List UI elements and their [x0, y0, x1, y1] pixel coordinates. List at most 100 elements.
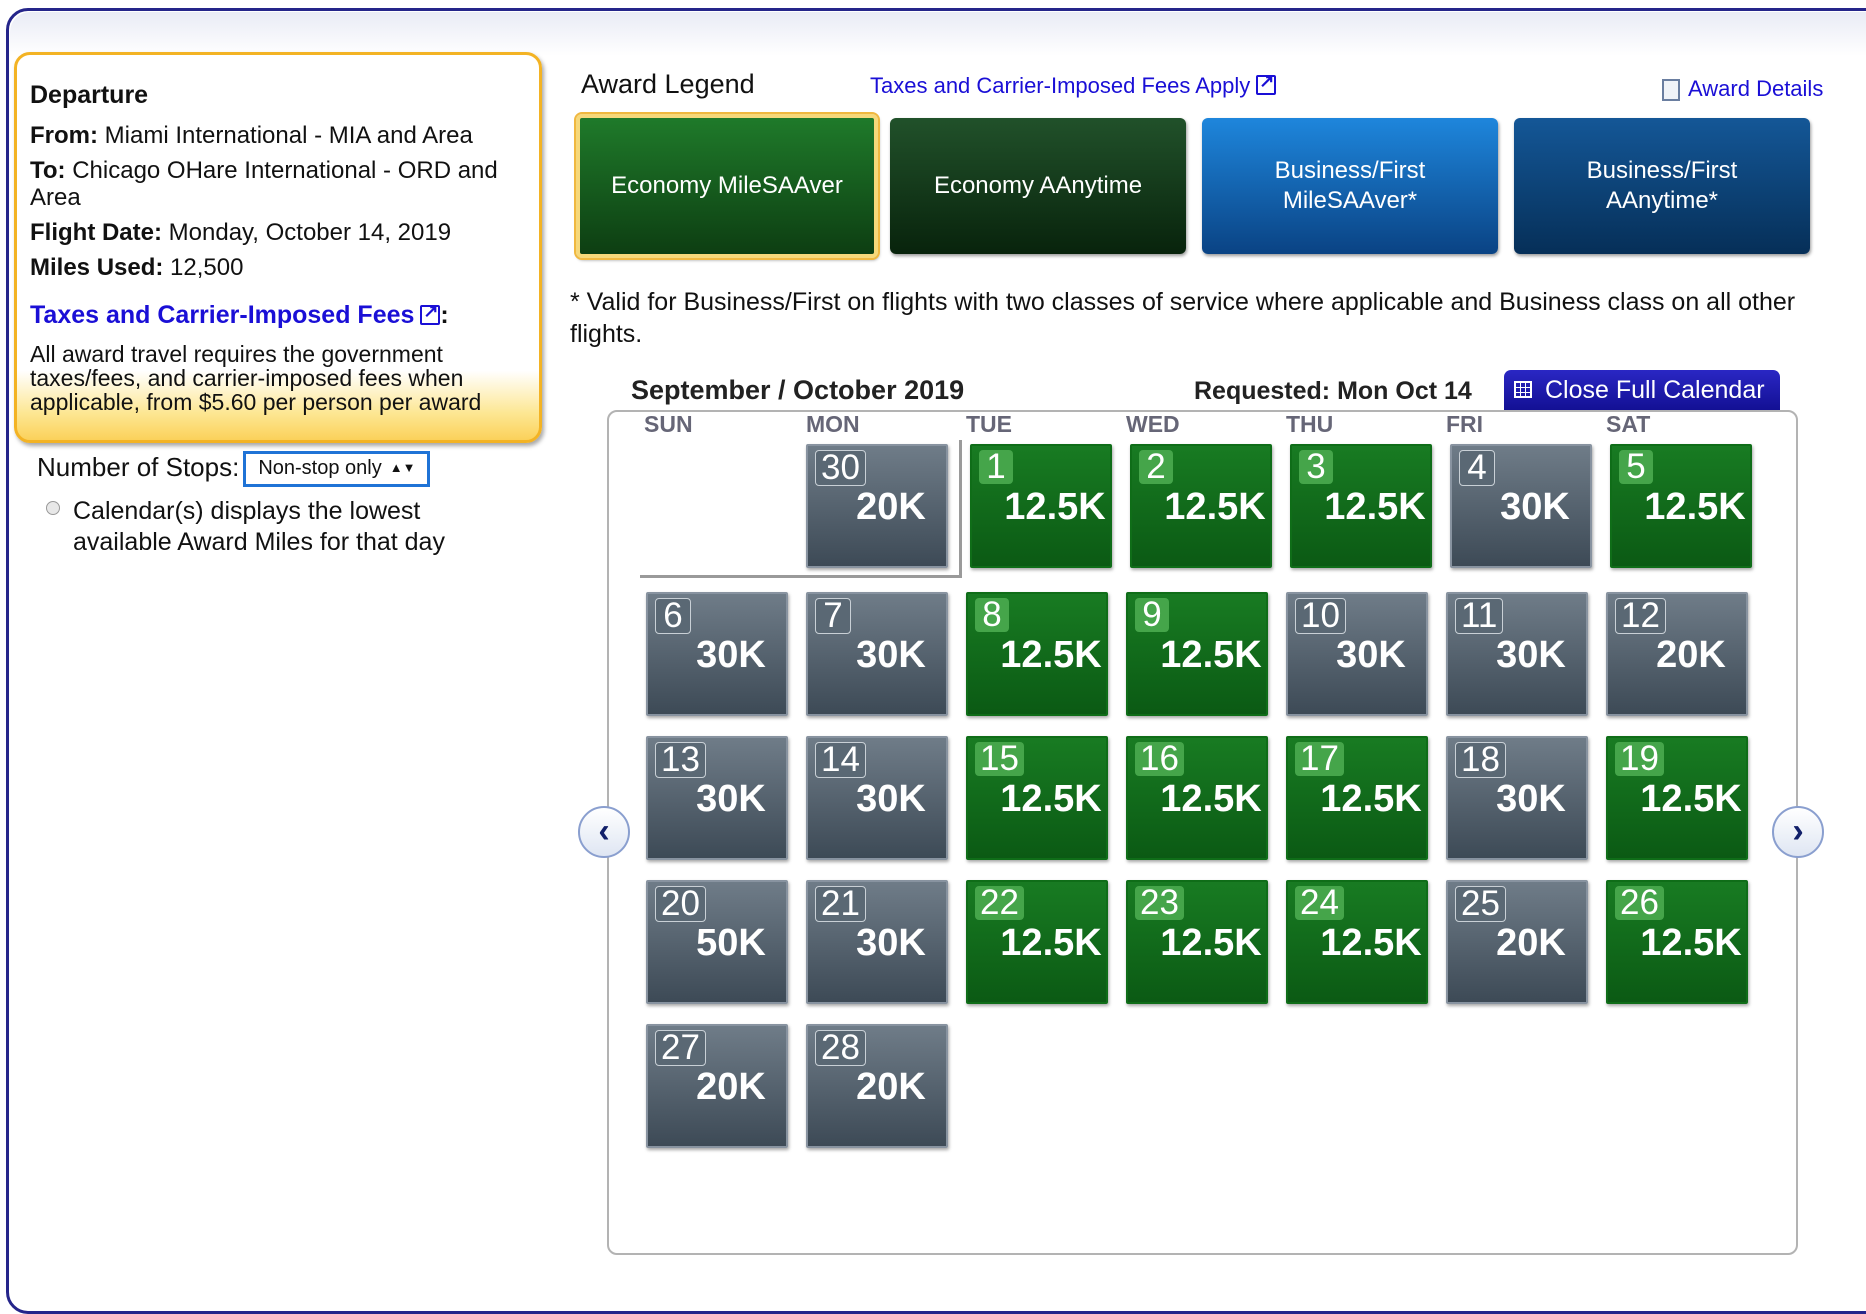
day-number: 10 — [1295, 598, 1346, 634]
calendar-day-cell[interactable]: 2 12.5K — [1130, 444, 1272, 568]
taxes-fees-note: All award travel requires the government… — [30, 341, 482, 415]
dow-mon: MON — [806, 411, 860, 437]
dow-tue: TUE — [966, 411, 1012, 437]
taxes-fees-link[interactable]: Taxes and Carrier-Imposed Fees — [30, 301, 414, 329]
to-value: Chicago OHare International - ORD and Ar… — [30, 157, 498, 211]
calendar-day-cell[interactable]: 5 12.5K — [1610, 444, 1752, 568]
calendar-day-cell[interactable]: 24 12.5K — [1286, 880, 1428, 1004]
calendar-day-cell[interactable]: 16 12.5K — [1126, 736, 1268, 860]
day-number: 3 — [1299, 449, 1333, 484]
calendar-day-cell[interactable]: 19 12.5K — [1606, 736, 1748, 860]
calendar-day-cell[interactable]: 9 12.5K — [1126, 592, 1268, 716]
calendar-day-cell[interactable]: 27 20K — [646, 1024, 788, 1148]
calendar-day-cell[interactable]: 8 12.5K — [966, 592, 1108, 716]
calendar-day-cell[interactable]: 23 12.5K — [1126, 880, 1268, 1004]
calendar-grid-icon — [1514, 381, 1532, 398]
chevron-left-icon[interactable]: ‹ — [578, 806, 630, 858]
calendar-day-cell[interactable]: 25 20K — [1446, 880, 1588, 1004]
day-miles: 20K — [1656, 634, 1726, 676]
day-miles: 20K — [856, 1066, 926, 1108]
calendar-day-cell[interactable]: 28 20K — [806, 1024, 948, 1148]
calendar-day-cell[interactable]: 4 30K — [1450, 444, 1592, 568]
stops-row: Number of Stops: Non-stop only ▲▼ — [37, 451, 431, 487]
from-label: From: — [30, 122, 98, 149]
day-miles: 30K — [1500, 486, 1570, 528]
calendar-day-cell[interactable]: 11 30K — [1446, 592, 1588, 716]
day-number: 12 — [1615, 598, 1666, 634]
day-miles: 30K — [1336, 634, 1406, 676]
day-number: 2 — [1139, 449, 1173, 484]
day-number: 11 — [1455, 598, 1504, 634]
chevron-right-icon[interactable]: › — [1772, 806, 1824, 858]
calendar-day-cell[interactable]: 13 30K — [646, 736, 788, 860]
calendar-day-cell[interactable]: 18 30K — [1446, 736, 1588, 860]
calendar-day-cell[interactable]: 15 12.5K — [966, 736, 1108, 860]
calendar-day-cell[interactable]: 7 30K — [806, 592, 948, 716]
external-link-icon[interactable] — [420, 301, 441, 325]
flight-date-value: Monday, October 14, 2019 — [168, 219, 452, 246]
document-icon[interactable] — [1662, 79, 1680, 101]
award-details-link-row: Award Details — [1662, 76, 1823, 102]
dow-wed: WED — [1126, 411, 1180, 437]
calendar-day-cell[interactable]: 26 12.5K — [1606, 880, 1748, 1004]
day-number: 4 — [1459, 450, 1495, 486]
day-miles: 12.5K — [1160, 778, 1262, 820]
day-miles: 12.5K — [1160, 922, 1262, 964]
calendar-day-cell[interactable]: 10 30K — [1286, 592, 1428, 716]
legend-footnote: * Valid for Business/First on flights wi… — [570, 288, 1796, 348]
day-number: 20 — [655, 886, 706, 922]
calendar-day-cell[interactable]: 14 30K — [806, 736, 948, 860]
calendar-month-title: September / October 2019 — [631, 375, 965, 405]
calendar-day-cell[interactable]: 6 30K — [646, 592, 788, 716]
legend-business-milesaaver[interactable]: Business/First MileSAAver* — [1202, 118, 1498, 254]
close-full-calendar-button[interactable]: Close Full Calendar — [1504, 370, 1780, 410]
day-number: 15 — [975, 741, 1024, 776]
dow-fri: FRI — [1446, 411, 1484, 437]
day-number: 17 — [1295, 741, 1344, 776]
day-miles: 50K — [696, 922, 766, 964]
day-miles: 30K — [856, 634, 926, 676]
day-number: 22 — [975, 885, 1024, 920]
day-miles: 12.5K — [1640, 922, 1742, 964]
legend-business-aanytime[interactable]: Business/First AAnytime* — [1514, 118, 1810, 254]
stops-select[interactable]: Non-stop only ▲▼ — [243, 451, 431, 487]
calendar-day-cell[interactable]: 17 12.5K — [1286, 736, 1428, 860]
award-details-link[interactable]: Award Details — [1688, 76, 1823, 101]
calendar-day-cell[interactable]: 1 12.5K — [970, 444, 1112, 568]
calendar-day-cell[interactable]: 22 12.5K — [966, 880, 1108, 1004]
calendar-day-cell[interactable]: 20 50K — [646, 880, 788, 1004]
day-miles: 20K — [856, 486, 926, 528]
flight-date-label: Flight Date: — [30, 219, 162, 246]
taxes-apply-link-row: Taxes and Carrier-Imposed Fees Apply — [870, 71, 1277, 99]
day-miles: 20K — [1496, 922, 1566, 964]
close-full-calendar-label: Close Full Calendar — [1545, 376, 1765, 404]
calendar-day-cell[interactable]: 3 12.5K — [1290, 444, 1432, 568]
day-miles: 30K — [1496, 778, 1566, 820]
frame-header-band — [10, 12, 1866, 56]
calendar-day-cell[interactable]: 12 20K — [1606, 592, 1748, 716]
day-number: 16 — [1135, 741, 1184, 776]
legend-economy-milesaaver[interactable]: Economy MileSAAver — [574, 112, 880, 260]
legend-economy-milesaaver-label: Economy MileSAAver — [611, 172, 843, 199]
external-link-icon[interactable] — [1256, 71, 1277, 95]
day-number: 18 — [1455, 742, 1506, 778]
from-row: From: Miami International - MIA and Area — [30, 122, 539, 149]
day-miles: 12.5K — [1160, 634, 1262, 676]
miles-used-value: 12,500 — [170, 254, 244, 281]
award-legend-title: Award Legend — [581, 69, 755, 99]
to-label: To: — [30, 157, 66, 184]
day-miles: 30K — [1496, 634, 1566, 676]
day-miles: 20K — [696, 1066, 766, 1108]
legend-economy-aanytime[interactable]: Economy AAnytime — [890, 118, 1186, 254]
calendar-requested-date: Requested: Mon Oct 14 — [1194, 377, 1472, 405]
calendar-day-cell[interactable]: 21 30K — [806, 880, 948, 1004]
dow-sun: SUN — [644, 411, 693, 437]
day-miles: 12.5K — [1000, 778, 1102, 820]
taxes-fees-link-row: Taxes and Carrier-Imposed Fees: — [30, 301, 539, 330]
day-miles: 12.5K — [1004, 486, 1106, 528]
day-miles: 30K — [696, 778, 766, 820]
calendar-day-cell[interactable]: 30 20K — [806, 444, 948, 568]
taxes-apply-link[interactable]: Taxes and Carrier-Imposed Fees Apply — [870, 73, 1250, 98]
day-miles: 12.5K — [1320, 922, 1422, 964]
calendar-note-text: Calendar(s) displays the lowest availabl… — [73, 497, 445, 556]
